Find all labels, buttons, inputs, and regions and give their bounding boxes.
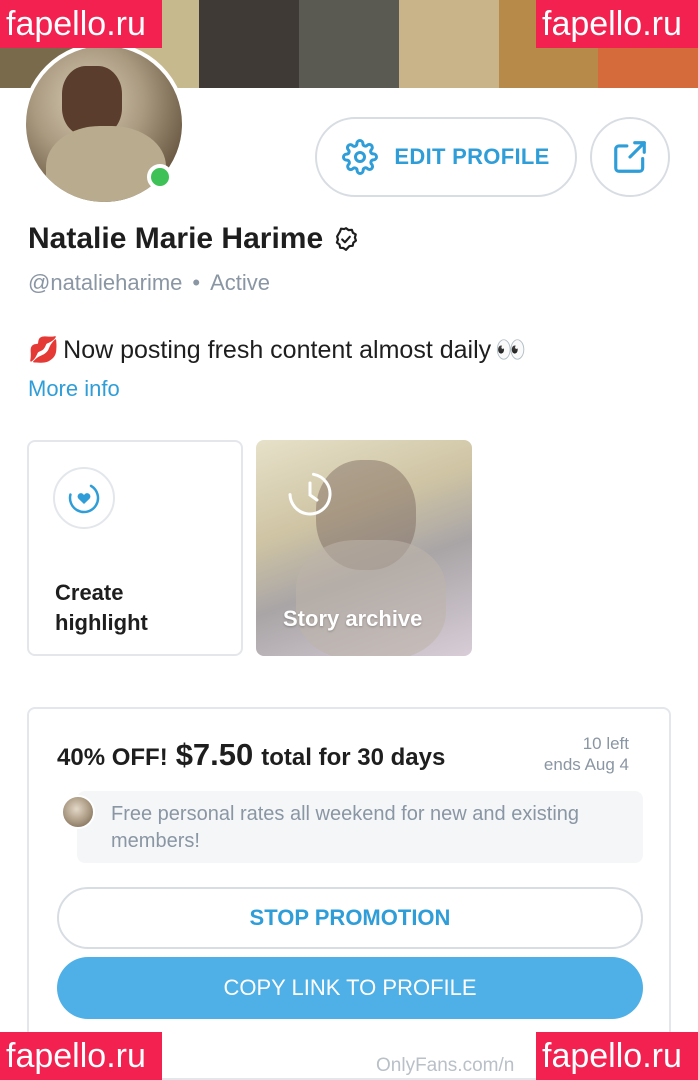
story-archive-label: Story archive [283,606,423,631]
story-archive-icon-wrap [282,466,338,522]
eyes-emoji: 👀 [495,336,527,364]
share-button[interactable] [590,117,670,197]
cover-tile [299,0,399,88]
profile-status: Active [210,270,271,295]
watermark-bottom-left: fapello.ru [0,1032,162,1080]
heart-circle-icon [68,482,100,514]
create-highlight-icon-wrap [53,467,115,529]
copy-link-button[interactable]: COPY LINK TO PROFILE [57,957,643,1019]
watermark-top-right: fapello.ru [536,0,698,48]
profile-name-row: Natalie Marie Harime [28,222,359,256]
profile-handle-row: @natalieharime • Active [28,270,270,296]
promotion-price: $7.50 [175,737,254,772]
watermark-top-left: fapello.ru [0,0,162,48]
message-avatar [61,795,95,829]
profile-bio: 💋 Now posting fresh content almost daily… [28,336,526,365]
story-archive-card[interactable]: Story archive [256,440,472,656]
cover-tile [199,0,300,88]
promotion-title: 40% OFF! $7.50 total for 30 days [57,737,445,773]
promotion-term: total for 30 days [261,744,446,771]
promotion-box: 40% OFF! $7.50 total for 30 days 10 left… [27,707,671,1080]
promotion-message: Free personal rates all weekend for new … [77,791,643,863]
promotion-left-count: 10 left [582,734,629,753]
lips-emoji: 💋 [28,336,60,364]
gear-icon [342,139,379,175]
create-highlight-label: Create highlight [55,580,148,635]
footer-url-text: OnlyFans.com/n [376,1055,515,1076]
stop-promotion-button[interactable]: STOP PROMOTION [57,887,643,949]
verified-badge-icon [335,227,358,251]
edit-profile-button[interactable]: EDIT PROFILE [315,117,577,197]
bio-text: Now posting fresh content almost daily [63,336,492,364]
more-info-link[interactable]: More info [28,376,120,402]
edit-profile-label: EDIT PROFILE [394,144,550,169]
separator-dot: • [192,270,201,295]
clock-archive-icon [288,472,332,516]
share-icon [614,141,646,173]
online-status-dot [147,164,173,190]
promotion-end-date: ends Aug 4 [543,755,629,774]
create-highlight-card[interactable]: Create highlight [27,440,243,656]
promotion-meta: 10 left ends Aug 4 [544,733,629,775]
profile-name: Natalie Marie Harime [28,222,324,255]
watermark-bottom-right: fapello.ru [536,1032,698,1080]
cover-tile [398,0,499,88]
promotion-discount: 40% OFF! [57,744,168,771]
profile-handle[interactable]: @natalieharime [28,270,182,296]
